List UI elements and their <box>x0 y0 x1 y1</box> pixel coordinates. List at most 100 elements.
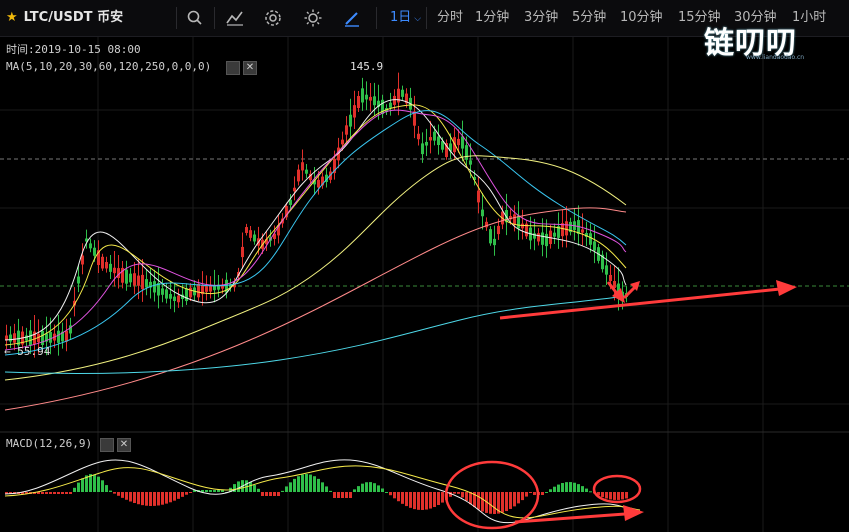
macd-bar <box>565 482 568 492</box>
macd-bar <box>421 492 424 510</box>
candle <box>497 225 500 235</box>
candle <box>89 243 92 249</box>
macd-bar <box>45 492 48 494</box>
macd-bar <box>581 486 584 492</box>
candle <box>101 256 104 269</box>
macd-bar <box>357 486 360 492</box>
candle <box>173 296 176 301</box>
macd-bar <box>517 492 520 504</box>
macd-bar <box>533 492 536 495</box>
macd-bar <box>105 485 108 492</box>
macd-bar <box>617 492 620 500</box>
candle <box>489 229 492 244</box>
ma-settings-button[interactable] <box>226 61 240 75</box>
candle <box>253 234 256 242</box>
macd-bar <box>381 488 384 492</box>
macd-bar <box>325 486 328 492</box>
macd-bar <box>249 481 252 492</box>
macd-bar <box>493 492 496 514</box>
candle <box>93 247 96 256</box>
macd-bar <box>461 492 464 498</box>
candle <box>457 138 460 146</box>
candle <box>293 187 296 192</box>
macd-bar <box>269 492 272 496</box>
candle <box>465 145 468 160</box>
macd-bar <box>601 492 604 498</box>
macd-bar <box>125 492 128 500</box>
macd-bar <box>417 492 420 510</box>
candle <box>593 241 596 251</box>
candle <box>49 331 52 343</box>
macd-bar <box>545 492 548 493</box>
macd-bar <box>577 484 580 492</box>
candle <box>561 223 564 237</box>
candle <box>361 88 364 103</box>
candle <box>437 136 440 146</box>
candle <box>477 190 480 203</box>
candle <box>197 283 200 298</box>
candle <box>165 289 168 299</box>
macd-bar <box>157 492 160 506</box>
macd-bar <box>525 492 528 497</box>
macd-bar <box>401 492 404 504</box>
candle <box>517 215 520 229</box>
macd-bar <box>277 492 280 496</box>
macd-close-button[interactable]: ✕ <box>117 438 131 452</box>
macd-bar <box>289 482 292 492</box>
candle <box>305 169 308 174</box>
macd-bar <box>253 484 256 492</box>
macd-bar <box>165 492 168 504</box>
candlestick-chart[interactable] <box>0 0 849 532</box>
macd-bar <box>353 489 356 492</box>
candle <box>105 262 108 269</box>
candle <box>545 233 548 247</box>
candle <box>113 267 116 274</box>
candle <box>77 276 80 284</box>
macd-bar <box>257 488 260 492</box>
macd-bar <box>621 492 624 500</box>
macd-bar <box>301 474 304 492</box>
macd-bar <box>345 492 348 498</box>
high-price-label: 145.9 <box>350 60 384 73</box>
candle <box>177 295 180 303</box>
time-readout: 时间:2019-10-15 08:00 <box>6 43 141 56</box>
macd-bar <box>261 492 264 496</box>
candle <box>581 229 584 233</box>
candle <box>469 160 472 165</box>
candle <box>553 232 556 237</box>
macd-bar <box>73 487 76 492</box>
candle <box>297 169 300 182</box>
trend-arrow-head <box>776 280 797 296</box>
candle <box>301 162 304 171</box>
macd-bar <box>217 490 220 492</box>
candle <box>541 232 544 245</box>
macd-bar <box>57 492 60 494</box>
macd-settings-button[interactable] <box>100 438 114 452</box>
macd-bar <box>573 482 576 492</box>
candle <box>605 265 608 275</box>
macd-bar <box>41 492 44 494</box>
candle <box>565 221 568 236</box>
macd-bar <box>393 492 396 499</box>
candle <box>421 143 424 155</box>
macd-bar <box>77 482 80 492</box>
candle <box>241 246 244 258</box>
macd-bar <box>489 492 492 514</box>
macd-bar <box>553 486 556 492</box>
watermark-url: www.liandaodao.cn <box>746 54 805 61</box>
candle <box>481 209 484 217</box>
macd-bar <box>313 476 316 492</box>
macd-bar <box>237 481 240 492</box>
macd-bar <box>81 478 84 492</box>
chart-grid <box>0 37 849 532</box>
ma-close-button[interactable]: ✕ <box>243 61 257 75</box>
macd-bar <box>149 492 152 506</box>
macd-bar <box>585 488 588 492</box>
macd-bar <box>341 492 344 498</box>
macd-bar <box>49 492 52 494</box>
macd-bar <box>93 474 96 492</box>
macd-bar <box>453 492 456 494</box>
candle <box>129 273 132 283</box>
macd-bar <box>293 478 296 492</box>
macd-bar <box>549 489 552 492</box>
